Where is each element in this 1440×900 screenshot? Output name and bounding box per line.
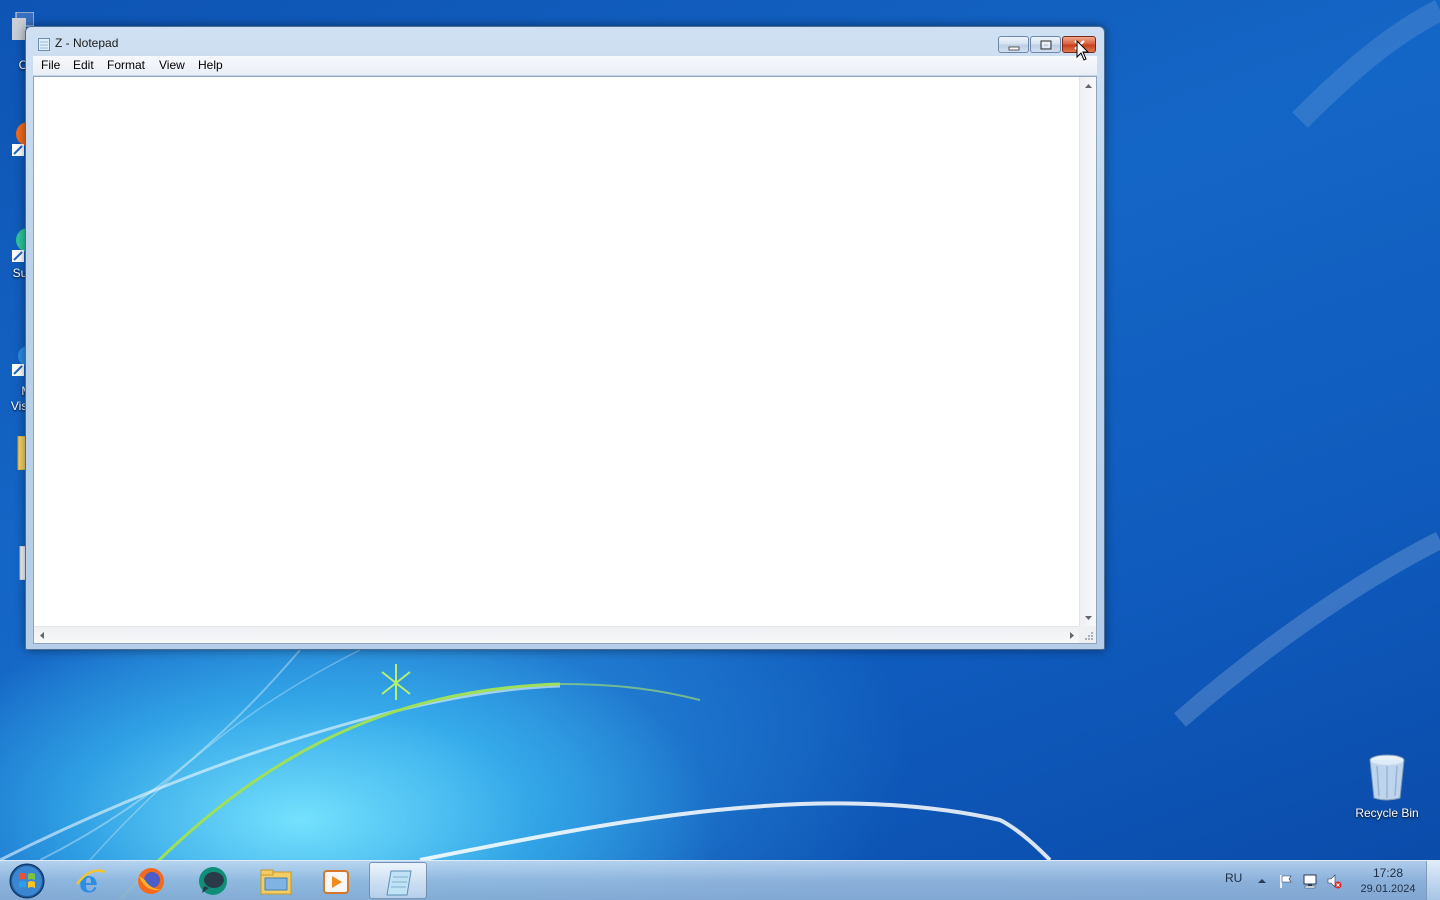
notepad-icon [386,870,412,896]
vertical-scrollbar[interactable] [1079,77,1096,627]
folder-icon [260,869,292,895]
mouse-cursor-icon [1076,40,1090,61]
minimize-icon [1008,46,1020,51]
start-button[interactable] [6,862,48,900]
taskbar-explorer[interactable] [246,862,304,899]
menu-bar: File Edit Format View Help [33,56,1097,76]
window-title: Z - Notepad [55,36,119,50]
ie-icon: e [76,866,106,896]
recycle-bin-label: Recycle Bin [1355,806,1419,820]
desktop: Co F Sup Mi Visu V П [0,0,1440,900]
volume-muted-icon[interactable] [1326,873,1342,889]
taskbar: e RU 17:28 29.01.2024 [0,860,1440,900]
scroll-right-icon[interactable] [1063,627,1080,644]
notepad-window[interactable]: Z - Notepad File Edit Format View Help [25,26,1105,650]
show-hidden-icons-icon[interactable] [1254,873,1270,889]
notepad-icon [38,38,50,51]
scroll-down-icon[interactable] [1080,610,1097,627]
taskbar-messenger[interactable] [184,862,242,899]
minimize-button[interactable] [998,36,1029,53]
resize-grip-icon [1085,632,1093,640]
maximize-button[interactable] [1030,36,1061,53]
text-editor [33,76,1097,644]
taskbar-internet-explorer[interactable]: e [62,862,120,899]
recycle-bin[interactable]: Recycle Bin [1350,752,1424,828]
menu-format[interactable]: Format [107,58,145,72]
clock-time[interactable]: 17:28 [1360,866,1416,880]
scroll-up-icon[interactable] [1080,77,1097,94]
menu-help[interactable]: Help [198,58,223,72]
menu-view[interactable]: View [159,58,185,72]
taskbar-notepad[interactable] [369,862,427,899]
scroll-left-icon[interactable] [34,627,51,644]
chat-icon [199,867,227,895]
media-player-icon [323,870,349,894]
menu-edit[interactable]: Edit [73,58,94,72]
title-bar[interactable]: Z - Notepad [26,27,1104,57]
taskbar-media-player[interactable] [307,862,365,899]
text-area[interactable] [34,77,1080,627]
clock-date[interactable]: 29.01.2024 [1356,883,1420,895]
menu-file[interactable]: File [41,58,60,72]
firefox-icon [138,868,164,894]
language-indicator[interactable]: RU [1225,871,1242,885]
resize-grip[interactable] [1079,626,1096,643]
maximize-icon [1040,40,1052,50]
recycle-bin-icon [1369,754,1405,801]
horizontal-scrollbar[interactable] [34,626,1080,643]
network-icon[interactable] [1302,873,1318,889]
taskbar-firefox[interactable] [122,862,180,899]
action-center-flag-icon[interactable] [1278,873,1294,889]
show-desktop-button[interactable] [1426,861,1440,900]
